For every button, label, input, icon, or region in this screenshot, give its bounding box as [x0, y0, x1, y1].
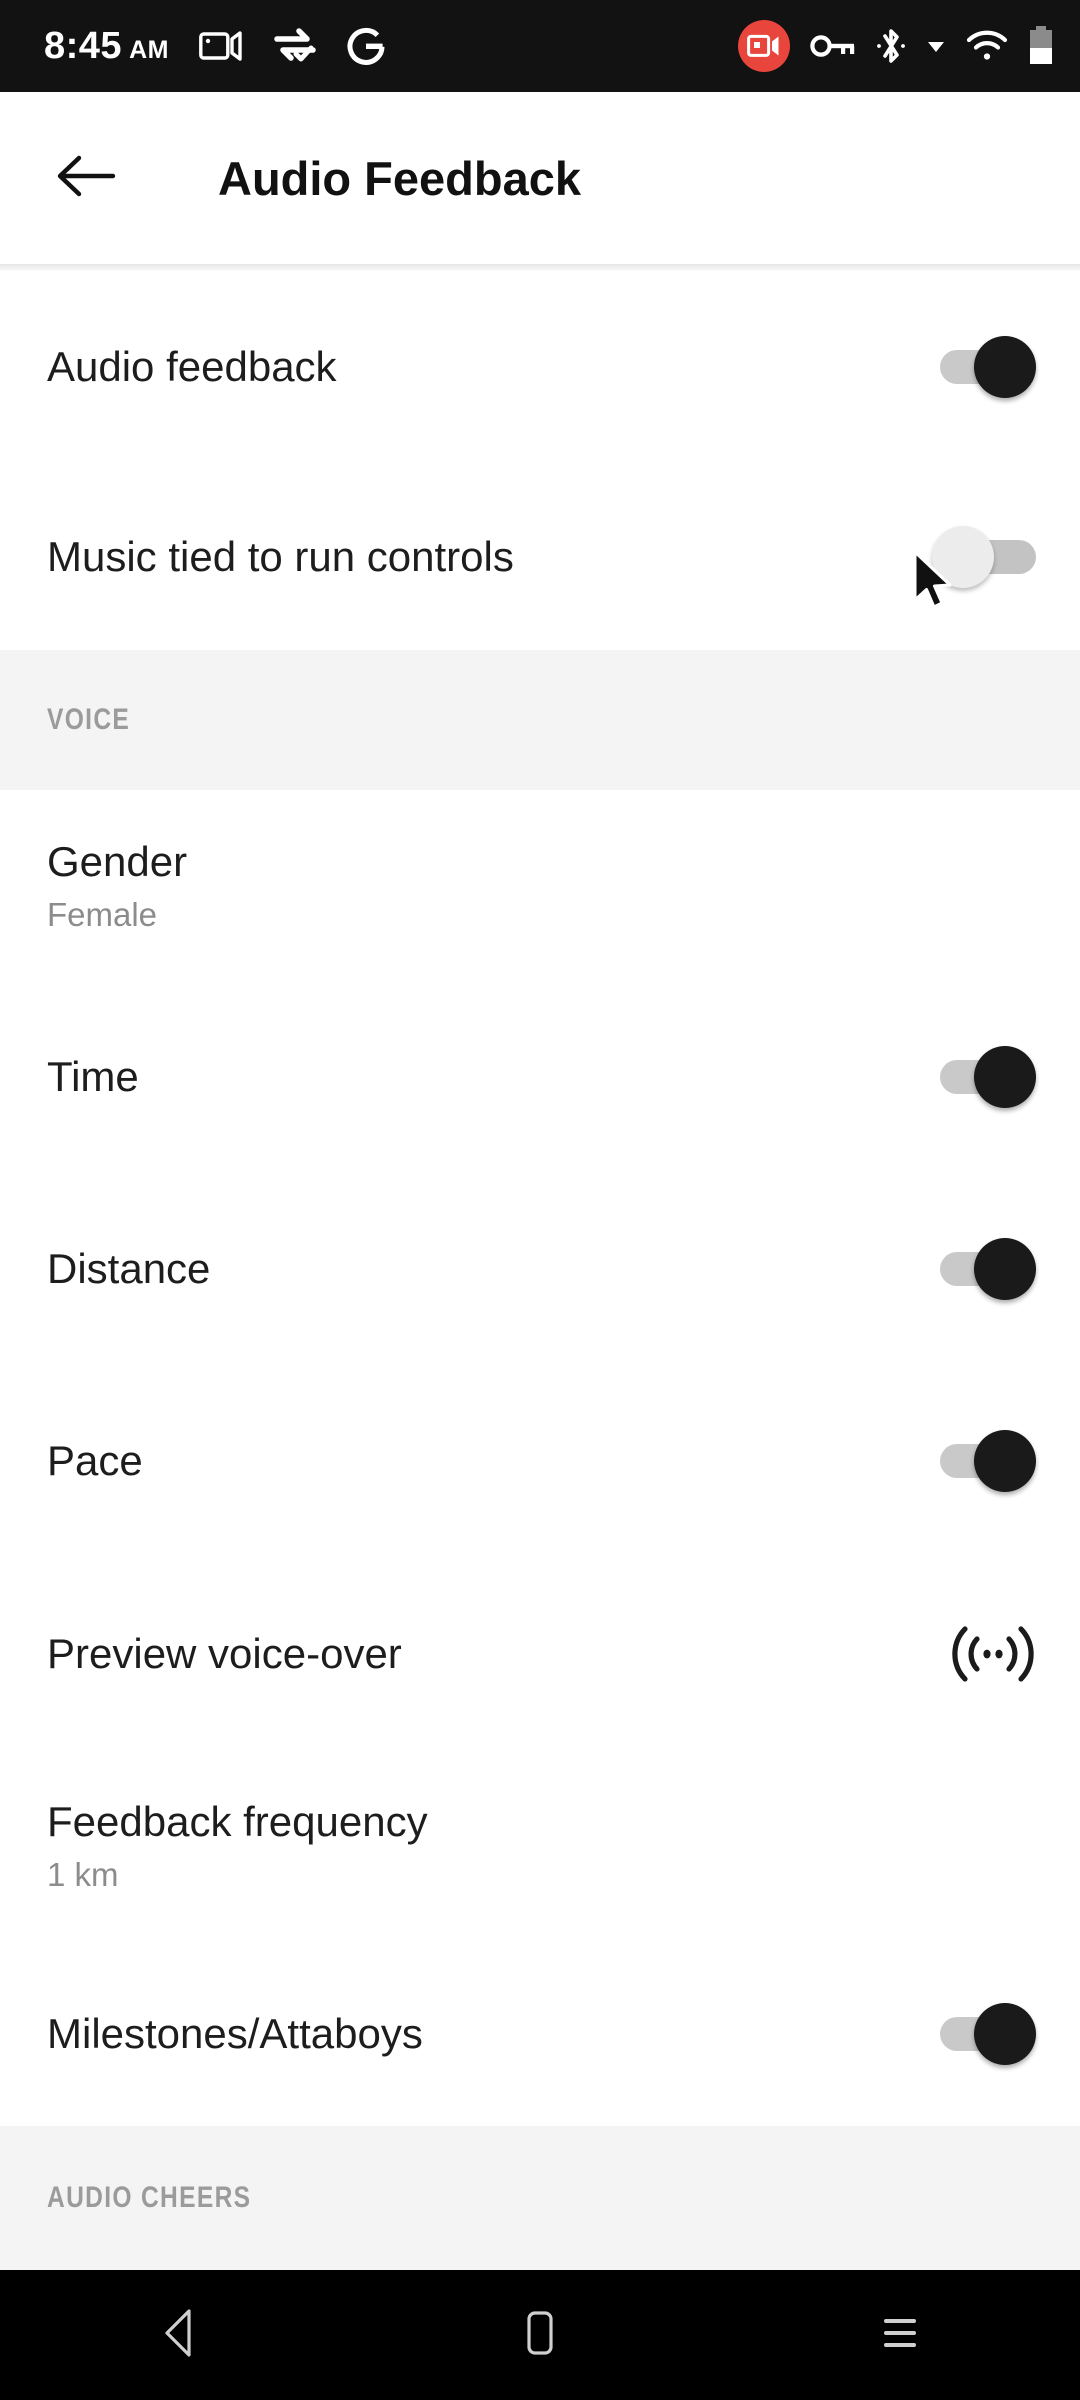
setting-row-feedback-frequency[interactable]: Feedback frequency 1 km	[0, 1750, 1080, 1941]
video-camera-icon	[199, 30, 243, 62]
nav-back-button[interactable]	[95, 2280, 265, 2390]
toggle-pace[interactable]	[932, 1430, 1036, 1492]
row-text-block: Feedback frequency 1 km	[47, 1798, 428, 1894]
setting-row-preview-voice-over[interactable]: Preview voice-over	[0, 1557, 1080, 1750]
toggle-time[interactable]	[932, 1046, 1036, 1108]
row-text-block: Distance	[47, 1245, 210, 1292]
toggle-distance[interactable]	[932, 1238, 1036, 1300]
setting-row-gender[interactable]: Gender Female	[0, 790, 1080, 981]
row-subtitle: Female	[47, 895, 158, 933]
settings-list: Audio feedback Music tied to run control…	[0, 271, 1080, 2270]
setting-row-time[interactable]: Time	[0, 981, 1080, 1173]
data-transfer-verified-icon	[273, 28, 317, 64]
row-text-block: Time	[47, 1053, 139, 1100]
nav-home-icon	[520, 2307, 560, 2364]
row-text-block: Pace	[47, 1437, 143, 1484]
toggle-milestones-attaboys[interactable]	[932, 2002, 1036, 2065]
nav-home-button[interactable]	[455, 2280, 625, 2390]
row-subtitle: 1 km	[47, 1855, 119, 1893]
row-title: Distance	[47, 1245, 211, 1293]
back-button[interactable]	[30, 122, 142, 234]
row-title: Gender	[47, 837, 188, 885]
google-g-icon	[347, 27, 385, 65]
row-title: Milestones/Attaboys	[47, 2009, 423, 2057]
nav-recents-button[interactable]	[815, 2280, 985, 2390]
setting-row-distance[interactable]: Distance	[0, 1173, 1080, 1365]
toggle-knob	[932, 525, 994, 588]
arrow-left-icon	[55, 152, 117, 205]
nav-back-icon	[157, 2307, 203, 2364]
row-title: Music tied to run controls	[47, 532, 514, 580]
section-header-voice: VOICE	[0, 650, 1080, 790]
toggle-knob	[974, 1238, 1036, 1300]
toggle-knob	[974, 1430, 1036, 1492]
row-text-block: Music tied to run controls	[47, 533, 514, 580]
status-time: 8:45	[44, 25, 123, 67]
row-text-block: Gender Female	[47, 838, 187, 934]
status-bar-right	[738, 20, 1054, 72]
row-title: Audio feedback	[47, 343, 337, 391]
vpn-key-icon	[810, 33, 856, 59]
toggle-knob	[974, 336, 1036, 398]
wifi-icon	[966, 30, 1008, 62]
row-title: Pace	[47, 1437, 143, 1485]
bluetooth-icon	[876, 26, 906, 66]
phone-screen: 8:45 AM Audio Feedback Audio feedback Mu…	[0, 0, 1080, 2400]
navigation-bar	[0, 2270, 1080, 2400]
setting-row-pace[interactable]: Pace	[0, 1365, 1080, 1557]
status-bar-left: 8:45 AM	[44, 27, 385, 65]
status-bar: 8:45 AM	[0, 0, 1080, 92]
section-header-audio-cheers: AUDIO CHEERS	[0, 2126, 1080, 2270]
status-clock: 8:45 AM	[44, 27, 169, 65]
toggle-knob	[974, 2002, 1036, 2065]
app-bar-divider	[0, 264, 1080, 271]
row-text-block: Audio feedback	[47, 343, 337, 390]
page-title: Audio Feedback	[218, 151, 582, 205]
row-title: Time	[47, 1053, 139, 1101]
screen-recording-icon	[738, 20, 790, 72]
section-title: AUDIO CHEERS	[47, 2181, 252, 2214]
row-title: Feedback frequency	[47, 1797, 428, 1845]
setting-row-milestones-attaboys[interactable]: Milestones/Attaboys	[0, 1941, 1080, 2126]
toggle-audio-feedback[interactable]	[932, 336, 1036, 398]
status-ampm: AM	[129, 36, 169, 64]
setting-row-audio-feedback[interactable]: Audio feedback	[0, 271, 1080, 463]
nav-recents-icon	[876, 2309, 924, 2362]
row-text-block: Preview voice-over	[47, 1630, 402, 1677]
battery-icon	[1028, 26, 1054, 66]
row-title: Preview voice-over	[47, 1629, 402, 1677]
section-title: VOICE	[47, 703, 131, 736]
broadcast-wave-icon[interactable]	[950, 1619, 1036, 1689]
app-bar: Audio Feedback	[0, 92, 1080, 264]
toggle-knob	[974, 1046, 1036, 1108]
dropdown-triangle-icon	[926, 38, 946, 54]
row-text-block: Milestones/Attaboys	[47, 2010, 423, 2057]
toggle-music-tied-to-run-controls[interactable]	[932, 525, 1036, 588]
setting-row-music-tied[interactable]: Music tied to run controls	[0, 463, 1080, 650]
